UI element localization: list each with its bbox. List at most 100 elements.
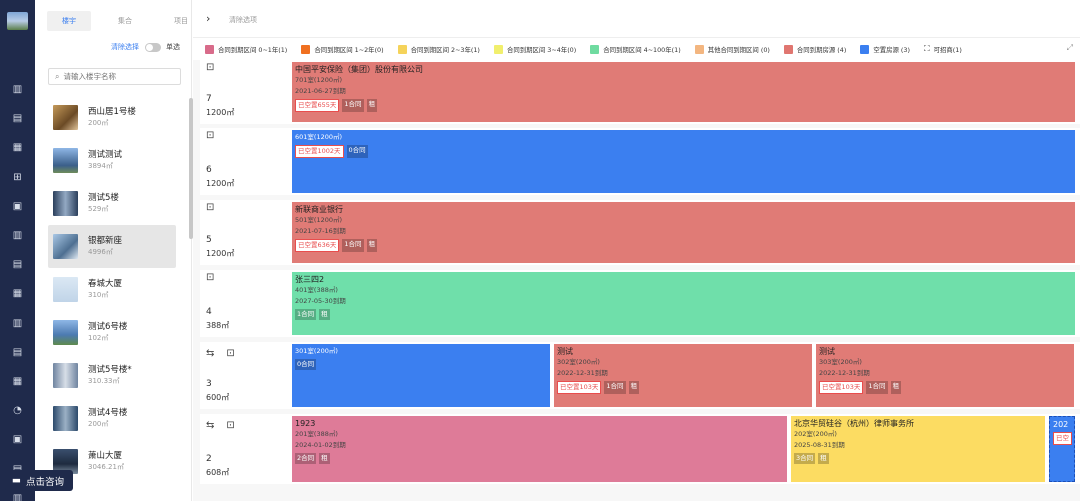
building-area: 4996㎡ [88, 248, 113, 256]
app-logo [7, 12, 28, 30]
refresh-icon[interactable]: ◔ [0, 396, 35, 425]
chart-icon[interactable]: ▤ [0, 338, 35, 367]
building-list-item[interactable]: 春城大厦 310㎡ [48, 268, 176, 311]
calendar-icon[interactable]: ▦ [0, 367, 35, 396]
legend-item[interactable]: 合同到期房源 (4) [783, 44, 846, 54]
room-info: 201室(388㎡) [295, 430, 338, 438]
legend-item[interactable]: 合同到期区间 3~4年(0) [493, 44, 576, 54]
swap-icon[interactable]: ⇆ [206, 420, 214, 431]
chevron-right-icon[interactable]: › [206, 12, 210, 25]
building-list-item[interactable]: 西山居1号楼 200㎡ [48, 96, 176, 139]
legend-swatch [590, 44, 600, 54]
contract-badge: 1合同 [342, 239, 364, 252]
document-icon[interactable]: ▤ [0, 104, 35, 133]
building-text: 萧山大厦 3046.21㎡ [88, 450, 124, 473]
building-name: 萧山大厦 [88, 451, 123, 461]
fullscreen-icon: ⛶ [924, 44, 930, 53]
floor-plan-icon[interactable]: ⊡ [206, 130, 214, 141]
clear-selection-link[interactable]: 清除选择 [111, 42, 139, 52]
search-icon: ⌕ [55, 71, 60, 81]
room-info: 303室(200㎡) [819, 358, 862, 366]
building-list-item[interactable]: 银都新座 4996㎡ [48, 225, 176, 268]
building-list-item[interactable]: 测试6号楼 102㎡ [48, 311, 176, 354]
room-unit[interactable]: 测试 303室(200㎡) 2022-12-31到期 已空置103天 1合同租 [816, 344, 1074, 407]
legend-item[interactable]: ⛶ 可招商(1) [924, 44, 962, 54]
floor-actions: ⇆ ⊡ [206, 348, 235, 359]
legend-item[interactable]: 合同到期区间 1~2年(0) [301, 44, 384, 54]
legend-label: 合同到期区间 2~3年(1) [410, 45, 480, 54]
room-info: 202室(200㎡) [794, 430, 837, 438]
room-unit[interactable]: 301室(200㎡) 0合同 [292, 344, 550, 407]
tenant-name: 北京华贸硅谷（杭州）律师事务所 [794, 419, 914, 428]
building-name: 测试6号楼 [88, 322, 128, 332]
floor-plan-icon[interactable]: ⊡ [206, 202, 214, 213]
building-name: 测试测试 [88, 150, 123, 160]
room-unit[interactable]: 新联商业银行 501室(1200㎡) 2021-07-16到期 已空置636天 1合同租 [292, 202, 1075, 263]
floor-actions: ⊡ [206, 272, 214, 283]
building-area: 102㎡ [88, 334, 109, 342]
legend-item[interactable]: 合同到期区间 2~3年(1) [397, 44, 480, 54]
legend-swatch [860, 44, 870, 54]
floor-plan-icon[interactable]: ⊡ [226, 348, 234, 359]
building-text: 测试5号楼* 310.33㎡ [88, 364, 132, 387]
filter-title[interactable]: 清除选项 [229, 15, 257, 25]
building-name: 测试5号楼* [88, 365, 132, 375]
floor-plan-icon[interactable]: ⊡ [206, 272, 214, 283]
room-unit[interactable]: 中国平安保险（集团）股份有限公司 701室(1200㎡) 2021-06-27到期已… [292, 62, 1075, 122]
consult-button[interactable]: ▬ 点击咨询 [5, 470, 73, 491]
building-list-item[interactable]: 测试5楼 529㎡ [48, 182, 176, 225]
tab-collection[interactable]: 集合 [103, 11, 147, 31]
legend-label: 合同到期区间 0~1年(1) [218, 45, 288, 54]
legend-item[interactable]: 其他合同到期区间 (0) [694, 44, 770, 54]
legend-swatch [397, 44, 407, 54]
room-unit[interactable]: 202 已空0合 [1049, 416, 1075, 482]
unit-tags: 1合同租 [295, 309, 1072, 320]
legend-item[interactable]: 空置房源 (3) [860, 44, 910, 54]
gear-icon[interactable]: ▣ [0, 192, 35, 221]
floor-number: 2 [206, 454, 212, 464]
vacancy-badge: 已空置103天 [557, 381, 602, 394]
left-nav-rail: ▥▤▦⊞▣▥▤▦▥▤▦◔▣▤▥ [0, 0, 35, 501]
ticket-icon[interactable]: ▤ [0, 250, 35, 279]
building-list-item[interactable]: 测试4号楼 200㎡ [48, 397, 176, 440]
single-select-toggle[interactable] [145, 42, 161, 52]
room-unit[interactable]: 北京华贸硅谷（杭州）律师事务所 202室(200㎡) 2025-08-31到期 3合同… [791, 416, 1045, 482]
selection-controls: 清除选择 单选 [111, 42, 180, 52]
list-icon[interactable]: ▥ [0, 221, 35, 250]
tab-building[interactable]: 楼宇 [47, 11, 91, 31]
rent-badge: 租 [818, 453, 829, 464]
building-list-item[interactable]: 测试5号楼* 310.33㎡ [48, 354, 176, 397]
money-icon[interactable]: ▣ [0, 425, 35, 454]
room-unit[interactable]: 1923 201室(388㎡) 2024-01-02到期 2合同租 [292, 416, 787, 482]
legend-item[interactable]: 合同到期区间 0~1年(1) [205, 44, 288, 54]
expand-icon[interactable]: ⤢ [1067, 43, 1073, 53]
rent-badge: 租 [319, 309, 330, 320]
legend-item[interactable]: 合同到期区间 4~100年(1) [590, 44, 681, 54]
tenant-name: 测试 [557, 347, 573, 356]
building-area: 3894㎡ [88, 162, 113, 170]
room-unit[interactable]: 张三四2 401室(388㎡) 2027-05-30到期 1合同租 [292, 272, 1075, 335]
building-list-item[interactable]: 测试测试 3894㎡ [48, 139, 176, 182]
swap-icon[interactable]: ⇆ [206, 348, 214, 359]
floor-plan-icon[interactable]: ⊡ [206, 62, 214, 73]
wallet-icon[interactable]: ▦ [0, 279, 35, 308]
tenant-name: 张三四2 [295, 275, 325, 284]
unit-tags: 2合同租 [295, 453, 784, 464]
car-icon[interactable]: ⊞ [0, 163, 35, 192]
room-info: 302室(200㎡) [557, 358, 600, 366]
building-thumbnail [53, 363, 78, 388]
building-list: 西山居1号楼 200㎡测试测试 3894㎡测试5楼 529㎡ 银都新座 4996㎡ 春城大厦… [48, 96, 176, 483]
ledger-icon[interactable]: ▦ [0, 133, 35, 162]
floor-plan-icon[interactable]: ⊡ [226, 420, 234, 431]
room-unit[interactable]: 601室(1200㎡) 已空置1002天 0合同 [292, 130, 1075, 193]
unit-tags: 已空置655天 1合同租 [295, 99, 1072, 112]
room-unit[interactable]: 测试 302室(200㎡) 2022-12-31到期 已空置103天 1合同租 [554, 344, 812, 407]
book-icon[interactable]: ▥ [0, 75, 35, 104]
building-search-input[interactable] [63, 72, 174, 81]
expiry-date: 2024-01-02到期 [295, 441, 346, 449]
floor-actions: ⊡ [206, 130, 214, 141]
legend-label: 其他合同到期区间 (0) [707, 45, 770, 54]
floor-number: 6 [206, 165, 212, 175]
rent-badge: 租 [366, 99, 378, 112]
grid-icon[interactable]: ▥ [0, 309, 35, 338]
